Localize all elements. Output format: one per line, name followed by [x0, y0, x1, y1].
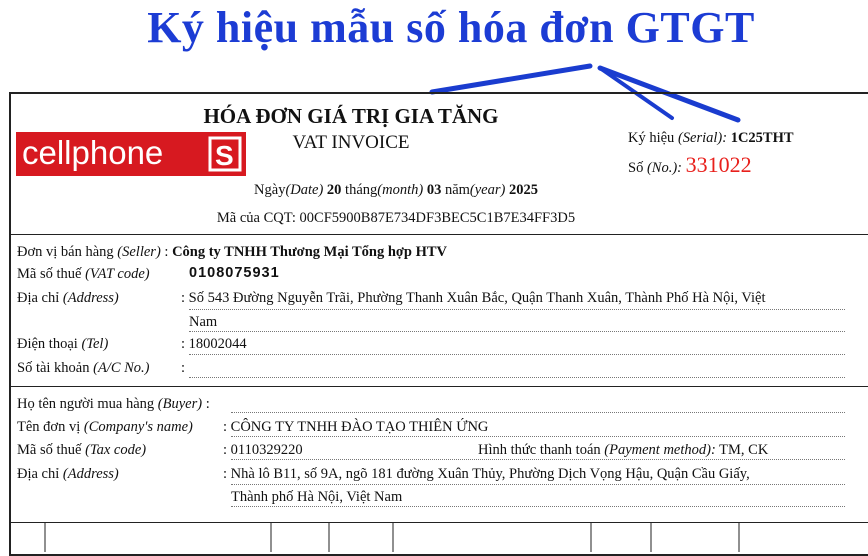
buyer-address-line1: : Nhà lô B11, số 9A, ngõ 181 đường Xuân …: [223, 466, 750, 482]
invoice-number-field: Số (No.): 331022: [628, 152, 752, 177]
seller-phone-value: : 18002044: [181, 336, 247, 352]
invoice-number-value: 331022: [685, 152, 752, 177]
invoice-title: HÓA ĐƠN GIÁ TRỊ GIA TĂNG: [203, 104, 499, 128]
buyer-company-value: : CÔNG TY TNHH ĐÀO TẠO THIÊN ỨNG: [223, 419, 489, 435]
serial-value: 1C25THT: [730, 130, 794, 146]
divider-seller: [11, 386, 868, 387]
cqt-value: 00CF5900B87E734DF3BEC5C1B7E34FF3D5: [299, 210, 576, 226]
divider-header: [11, 234, 868, 235]
buyer-tax-label: Mã số thuế (Tax code): [17, 442, 147, 458]
invoice-date: Ngày(Date) 20 tháng(month) 03 năm(year) …: [254, 182, 538, 198]
buyer-address-line2: Thành phố Hà Nội, Việt Nam: [231, 489, 403, 505]
seller-address-line2: Nam: [189, 314, 218, 330]
seller-tax-value: 0108075931: [189, 265, 280, 281]
seller-name-value: Công ty TNHH Thương Mại Tổng hợp HTV: [172, 244, 448, 260]
seller-tax-row: Mã số thuế (VAT code): [17, 266, 150, 282]
buyer-address-label: Địa chỉ (Address): [17, 466, 119, 482]
buyer-name-row: Họ tên người mua hàng (Buyer) :: [17, 396, 210, 412]
seller-address-label: Địa chỉ (Address): [17, 290, 119, 306]
seller-address-line1: : Số 543 Đường Nguyễn Trãi, Phường Thanh…: [181, 290, 766, 306]
seller-account-label: Số tài khoản (A/C No.): [17, 360, 150, 376]
seller-name-row: Đơn vị bán hàng (Seller) : Công ty TNHH …: [17, 244, 448, 260]
payment-method-value: TM, CK: [719, 442, 769, 458]
cqt-code: Mã của CQT: 00CF5900B87E734DF3BEC5C1B7E3…: [216, 210, 576, 226]
buyer-payment-method: Hình thức thanh toán (Payment method): T…: [478, 442, 769, 458]
buyer-company-label: Tên đơn vị (Company's name): [17, 419, 193, 435]
seller-phone-label: Điện thoại (Tel): [17, 336, 109, 352]
buyer-tax-value: : 0110329220: [223, 442, 303, 458]
invoice-subtitle: VAT INVOICE: [292, 132, 410, 153]
serial-field: Ký hiệu (Serial): 1C25THT: [628, 130, 794, 146]
invoice-document: cellphone S HÓA ĐƠN GIÁ TRỊ GIA TĂNG VAT…: [9, 92, 868, 556]
items-table-header: [44, 522, 740, 552]
